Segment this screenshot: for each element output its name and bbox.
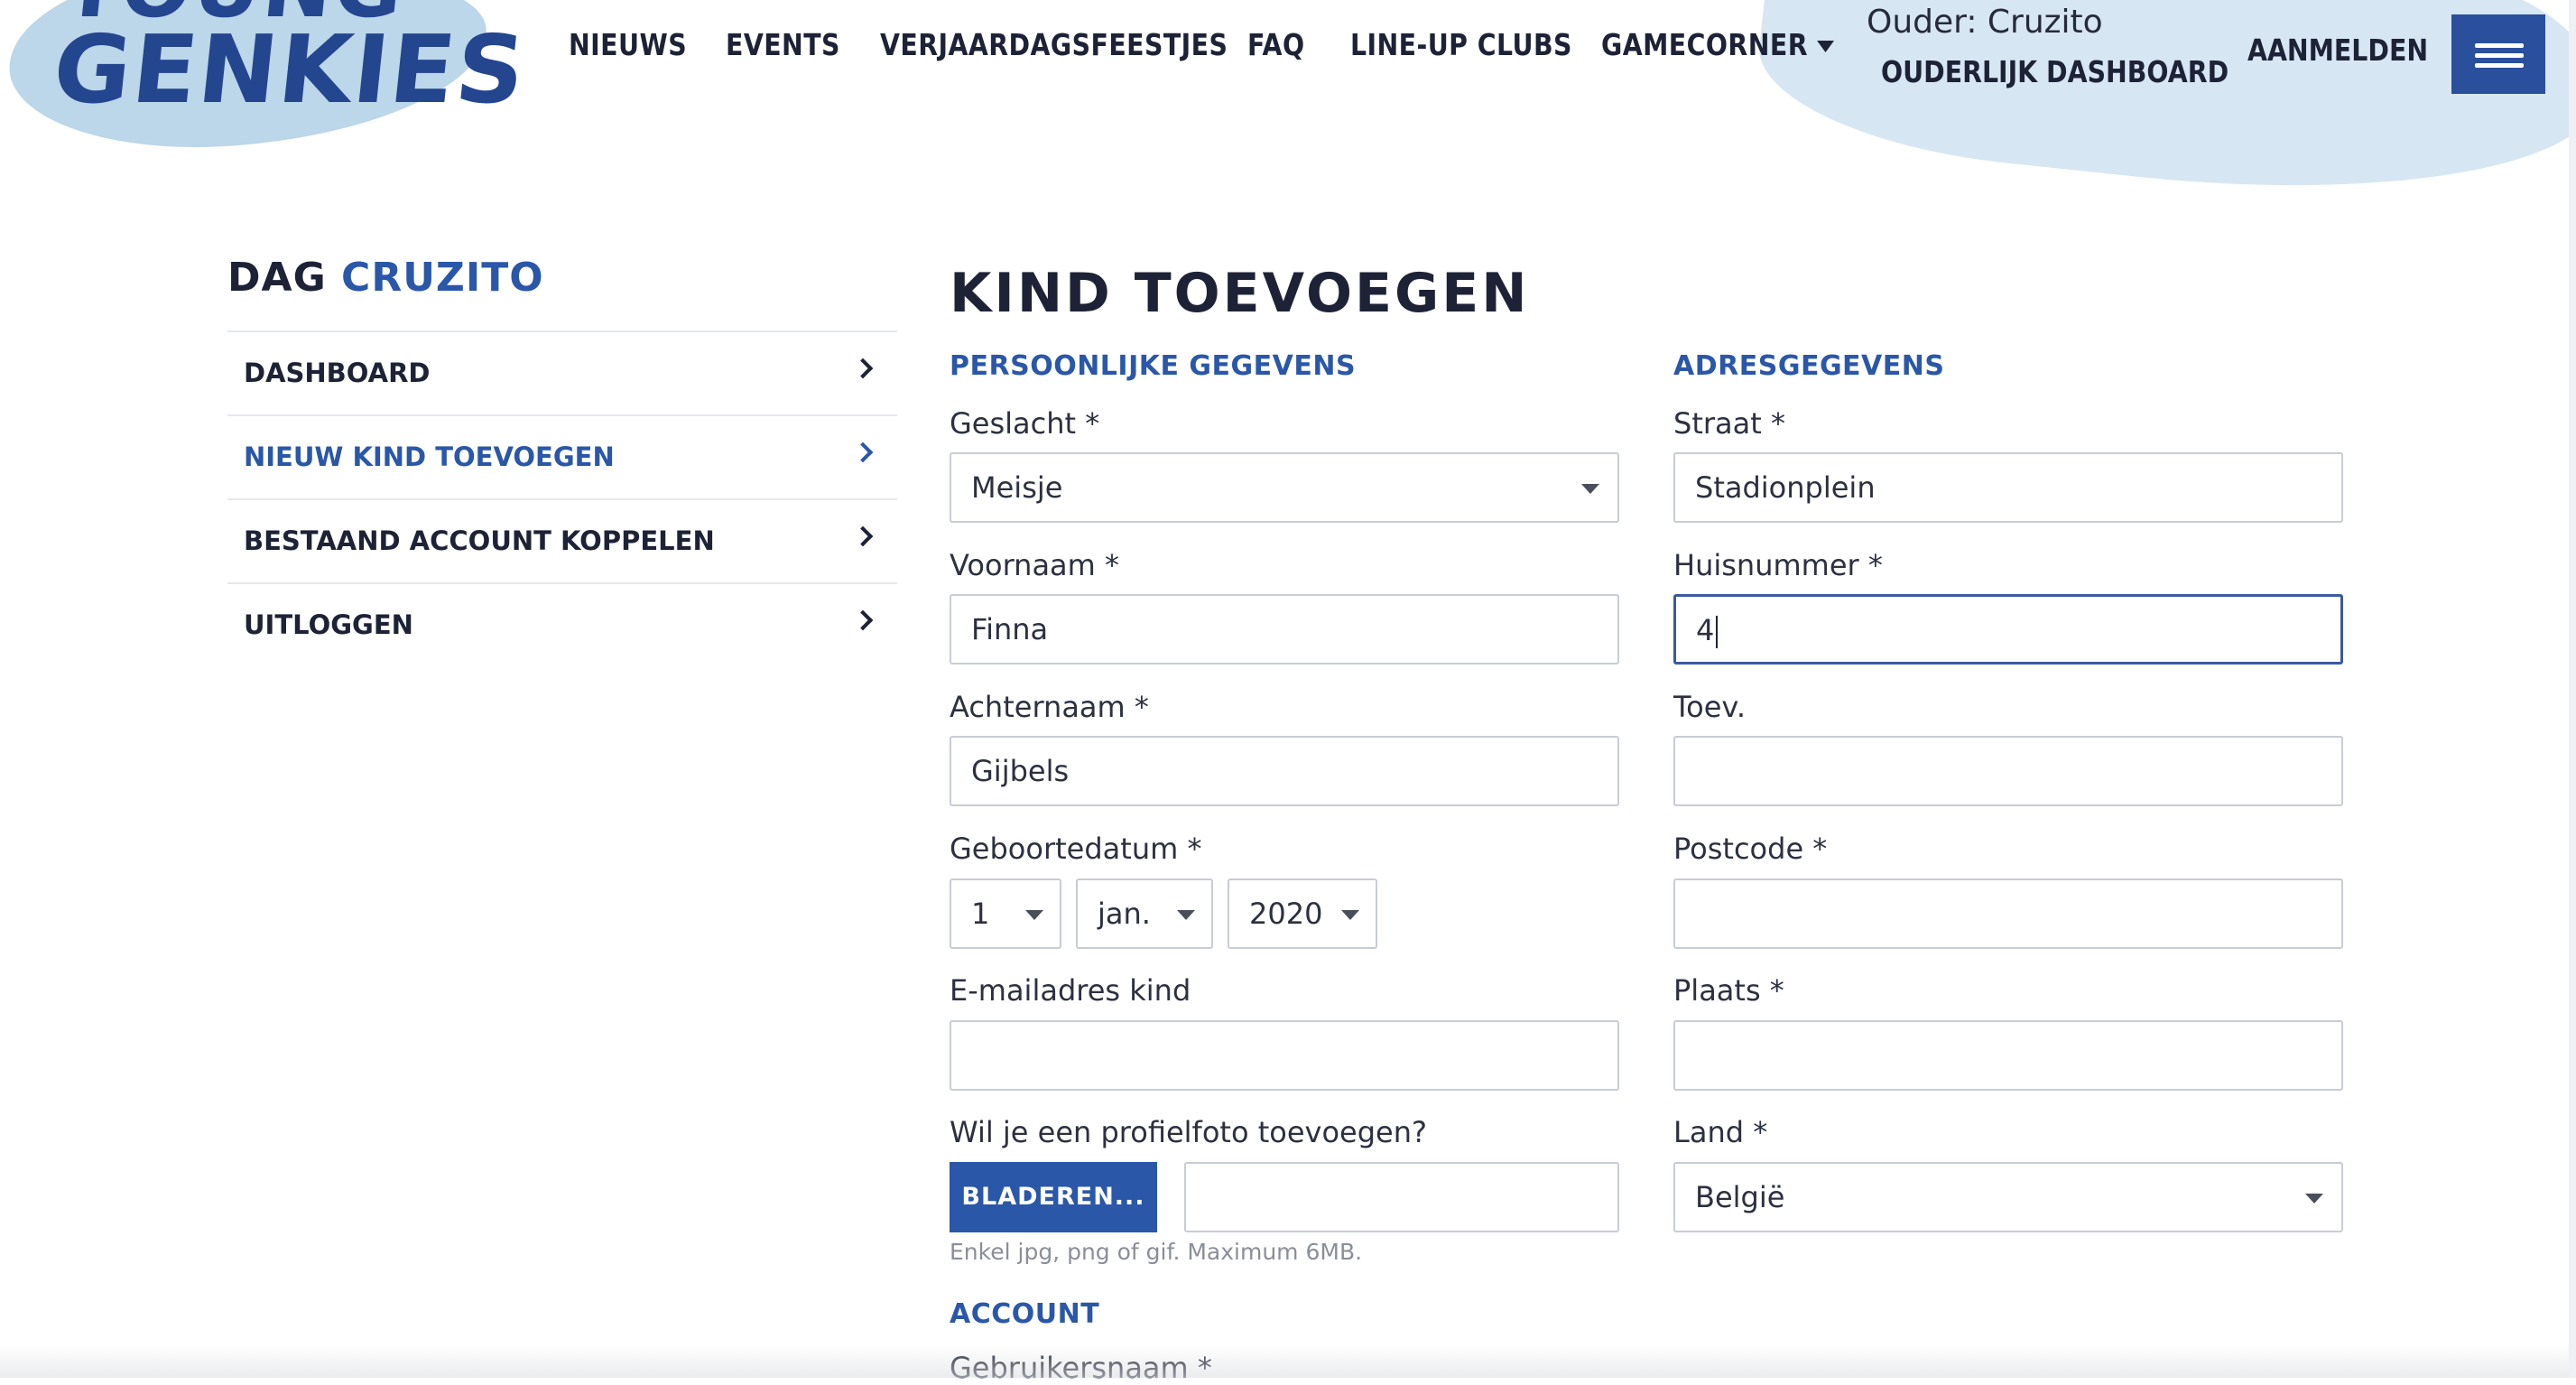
site-logo[interactable]: YOUNG GENKIES	[48, 0, 532, 125]
house-number-value: 4	[1696, 613, 1715, 647]
bottom-fade	[0, 1345, 2576, 1378]
parent-dashboard-link[interactable]: OUDERLIJK DASHBOARD	[1881, 54, 2229, 89]
window-edge	[2569, 0, 2576, 1378]
logo-line-2: GENKIES	[48, 14, 532, 125]
birth-year-value: 2020	[1249, 897, 1323, 931]
page-title: KIND TOEVOEGEN	[950, 262, 1530, 325]
nav-item-events[interactable]: EVENTS	[726, 27, 840, 62]
nav-item-faq[interactable]: FAQ	[1247, 27, 1305, 62]
chevron-right-icon	[852, 525, 874, 547]
parent-label: Ouder: Cruzito	[1867, 4, 2103, 41]
chevron-down-icon	[1817, 41, 1835, 52]
photo-label: Wil je een profielfoto toevoegen?	[950, 1115, 1427, 1149]
chevron-down-icon	[1581, 484, 1599, 494]
sidebar-item-logout[interactable]: UITLOGGEN	[227, 582, 897, 666]
country-value: België	[1695, 1180, 1785, 1214]
gender-select[interactable]: Meisje	[950, 452, 1619, 523]
lastname-value: Gijbels	[971, 754, 1070, 788]
chevron-right-icon	[852, 442, 874, 463]
postcode-label: Postcode *	[1673, 832, 1828, 866]
lastname-label: Achternaam *	[950, 690, 1149, 724]
chevron-right-icon	[852, 609, 874, 631]
postcode-input[interactable]	[1673, 878, 2343, 949]
birth-month-select[interactable]: jan.	[1076, 878, 1213, 949]
street-value: Stadionplein	[1695, 470, 1876, 505]
addition-input[interactable]	[1673, 736, 2343, 806]
email-input[interactable]	[950, 1020, 1619, 1091]
email-label: E-mailadres kind	[950, 973, 1191, 1008]
section-title-account: ACCOUNT	[950, 1298, 1100, 1330]
photo-filename-input[interactable]	[1184, 1162, 1619, 1232]
nav-item-gamecorner-label: GAMECORNER	[1601, 27, 1808, 62]
sidebar-item-label: DASHBOARD	[244, 358, 431, 388]
birth-day-value: 1	[971, 897, 990, 931]
greeting-name: CRUZITO	[341, 255, 544, 301]
street-input[interactable]: Stadionplein	[1673, 452, 2343, 523]
firstname-label: Voornaam *	[950, 548, 1119, 582]
greeting-prefix: DAG	[227, 255, 327, 301]
sidebar-item-new-child[interactable]: NIEUW KIND TOEVOEGEN	[227, 414, 897, 498]
chevron-right-icon	[852, 358, 874, 379]
birth-year-select[interactable]: 2020	[1228, 878, 1377, 949]
section-title-address: ADRESGEGEVENS	[1673, 350, 1945, 382]
login-link[interactable]: AANMELDEN	[2247, 33, 2428, 68]
chevron-down-icon	[2305, 1194, 2323, 1204]
chevron-down-icon	[1177, 910, 1195, 920]
addition-label: Toev.	[1673, 690, 1746, 724]
country-select[interactable]: België	[1673, 1162, 2343, 1232]
birth-month-value: jan.	[1098, 897, 1151, 931]
country-label: Land *	[1673, 1115, 1768, 1149]
chevron-down-icon	[1025, 910, 1043, 920]
nav-item-lineup-clubs[interactable]: LINE-UP CLUBS	[1350, 27, 1572, 62]
sidebar-item-label: UITLOGGEN	[244, 609, 413, 640]
menu-button[interactable]	[2451, 14, 2545, 94]
birthdate-label: Geboortedatum *	[950, 832, 1202, 866]
greeting: DAG CRUZITO	[227, 255, 544, 301]
house-number-input[interactable]: 4	[1673, 594, 2343, 665]
gender-label: Geslacht *	[950, 406, 1100, 441]
photo-hint: Enkel jpg, png of gif. Maximum 6MB.	[950, 1239, 1363, 1265]
chevron-down-icon	[1341, 910, 1359, 920]
house-number-label: Huisnummer *	[1673, 548, 1883, 582]
nav-item-gamecorner[interactable]: GAMECORNER	[1601, 27, 1835, 62]
text-cursor	[1716, 616, 1719, 648]
lastname-input[interactable]: Gijbels	[950, 736, 1619, 806]
birth-day-select[interactable]: 1	[950, 878, 1061, 949]
sidebar-item-link-account[interactable]: BESTAAND ACCOUNT KOPPELEN	[227, 498, 897, 582]
sidebar-item-dashboard[interactable]: DASHBOARD	[227, 330, 897, 414]
browse-button[interactable]: BLADEREN...	[950, 1162, 1157, 1232]
firstname-value: Finna	[971, 612, 1049, 646]
firstname-input[interactable]: Finna	[950, 594, 1619, 665]
section-title-personal: PERSOONLIJKE GEGEVENS	[950, 350, 1357, 382]
sidebar-item-label: NIEUW KIND TOEVOEGEN	[244, 442, 615, 472]
site-header: YOUNG GENKIES NIEUWS EVENTS VERJAARDAGSF…	[0, 0, 2576, 224]
street-label: Straat *	[1673, 406, 1785, 441]
gender-value: Meisje	[971, 470, 1063, 505]
sidebar-item-label: BESTAAND ACCOUNT KOPPELEN	[244, 525, 715, 556]
city-input[interactable]	[1673, 1020, 2343, 1091]
account-sidebar: DASHBOARD NIEUW KIND TOEVOEGEN BESTAAND …	[227, 330, 897, 666]
city-label: Plaats *	[1673, 973, 1784, 1008]
nav-item-nieuws[interactable]: NIEUWS	[569, 27, 687, 62]
nav-item-verjaardagsfeestjes[interactable]: VERJAARDAGSFEESTJES	[880, 27, 1228, 62]
